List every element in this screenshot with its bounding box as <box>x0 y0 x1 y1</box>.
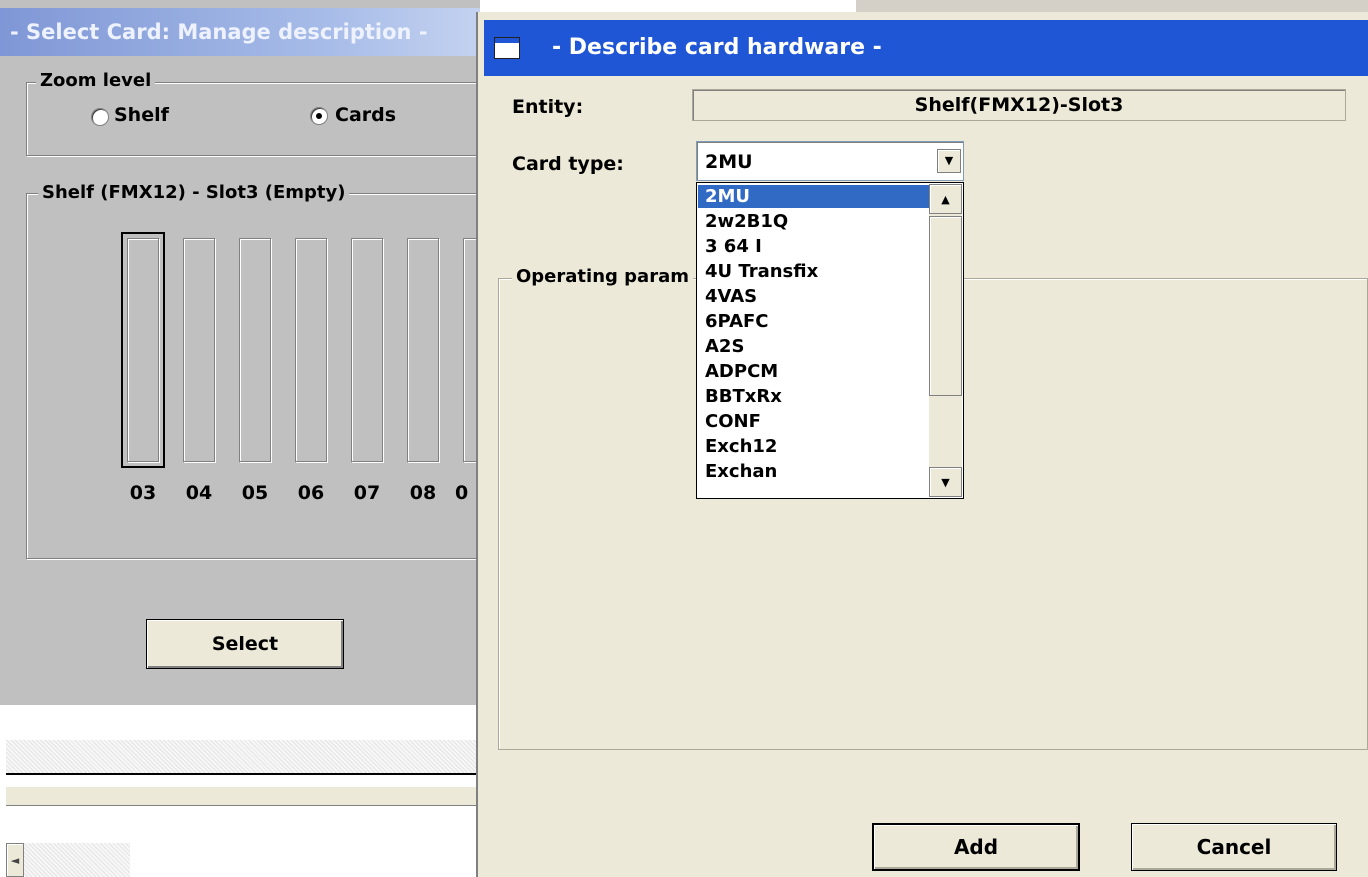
slot-03[interactable] <box>121 232 165 468</box>
slot-label: 07 <box>353 482 381 504</box>
slot-label: 04 <box>185 482 213 504</box>
zoom-cards-label[interactable]: Cards <box>335 104 396 126</box>
zoom-shelf-radio[interactable] <box>91 108 109 126</box>
slot-05[interactable] <box>239 238 271 462</box>
bg-hatched-band <box>6 740 480 774</box>
horizontal-scrollbar-track[interactable] <box>6 843 130 877</box>
describe-card-dialog-title[interactable]: - Describe card hardware - <box>484 20 1368 76</box>
zoom-shelf-label[interactable]: Shelf <box>114 104 169 126</box>
chevron-down-icon[interactable]: ▼ <box>937 149 961 173</box>
entity-value-field: Shelf(FMX12)-Slot3 <box>692 89 1346 121</box>
dropdown-option[interactable]: A2S <box>698 335 935 358</box>
slot-label: 03 <box>129 482 157 504</box>
scroll-up-icon[interactable]: ▲ <box>929 184 962 214</box>
dropdown-option[interactable]: 2w2B1Q <box>698 210 935 233</box>
dropdown-option[interactable]: CONF <box>698 410 935 433</box>
add-button[interactable]: Add <box>872 823 1080 871</box>
zoom-level-group-title: Zoom level <box>36 70 156 91</box>
dropdown-option[interactable]: 2MU <box>698 185 935 208</box>
operating-parameters-group-title: Operating param <box>512 266 693 287</box>
entity-label: Entity: <box>512 96 584 118</box>
dropdown-scrollbar[interactable]: ▲ ▼ <box>929 184 962 497</box>
dropdown-option[interactable]: 4U Transfix <box>698 260 935 283</box>
scroll-left-icon[interactable]: ◄ <box>6 843 24 877</box>
dropdown-option[interactable]: Exchan <box>698 460 935 483</box>
zoom-cards-radio[interactable] <box>310 107 328 125</box>
card-type-label: Card type: <box>512 153 624 175</box>
select-card-window-title[interactable]: - Select Card: Manage description - <box>0 8 480 56</box>
radio-checked-dot <box>316 113 322 119</box>
slot-08[interactable] <box>407 238 439 462</box>
scrollbar-thumb[interactable] <box>929 216 962 396</box>
slot-label: 06 <box>297 482 325 504</box>
shelf-slot-group-title: Shelf (FMX12) - Slot3 (Empty) <box>38 182 350 203</box>
dropdown-option[interactable]: 6PAFC <box>698 310 935 333</box>
dropdown-option[interactable]: Exch12 <box>698 435 935 458</box>
dropdown-option[interactable]: 3 64 I <box>698 235 935 258</box>
slot-label: 08 <box>409 482 437 504</box>
slot-06[interactable] <box>295 238 327 462</box>
card-type-selected-value: 2MU <box>705 151 753 173</box>
card-type-dropdown-list[interactable]: 2MU 2w2B1Q 3 64 I 4U Transfix 4VAS 6PAFC… <box>696 182 964 499</box>
dropdown-option[interactable]: BBTxRx <box>698 385 935 408</box>
card-type-combobox[interactable]: 2MU ▼ <box>696 141 964 181</box>
slot-07[interactable] <box>351 238 383 462</box>
dropdown-option[interactable]: 4VAS <box>698 285 935 308</box>
slot-04[interactable] <box>183 238 215 462</box>
slot-label: 0 <box>455 482 469 504</box>
dropdown-option[interactable]: ADPCM <box>698 360 935 383</box>
scroll-down-icon[interactable]: ▼ <box>929 467 962 497</box>
slot-label: 05 <box>241 482 269 504</box>
bg-status-bar <box>6 786 480 806</box>
divider-line <box>6 773 480 775</box>
window-icon <box>494 37 520 59</box>
cancel-button[interactable]: Cancel <box>1131 823 1337 871</box>
select-button[interactable]: Select <box>146 619 344 669</box>
